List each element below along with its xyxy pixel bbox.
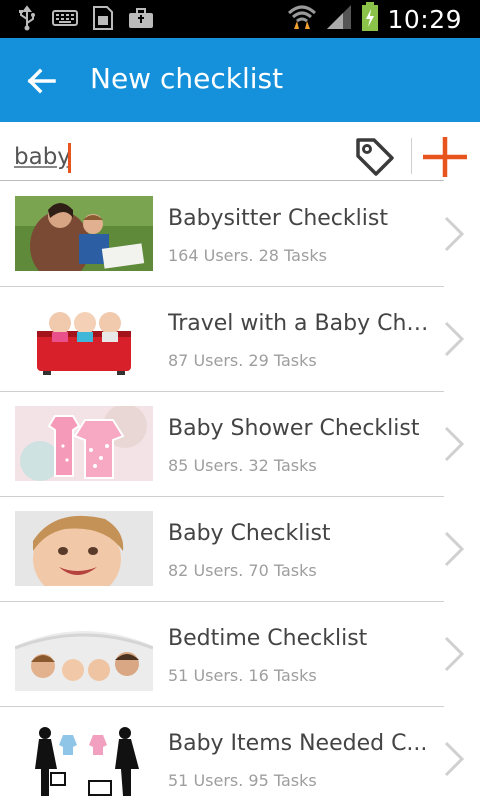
checklist-stats: 87 Users. 29 Tasks [168,351,317,370]
list-item[interactable]: Babysitter Checklist 164 Users. 28 Tasks [0,182,480,287]
clock-time: 10:29 [387,5,462,34]
chevron-right-icon [444,216,465,252]
checklist-title: Baby Checklist [168,521,331,546]
chevron-right-icon [444,531,465,567]
separator [411,138,412,174]
usb-icon [14,5,40,31]
search-bar [0,122,480,182]
text-cursor [68,143,71,173]
list-item[interactable]: Travel with a Baby Che... 87 Users. 29 T… [0,287,480,392]
tag-icon [356,138,394,176]
briefcase-icon [128,5,154,31]
checklist-title: Babysitter Checklist [168,206,388,231]
sim-card-icon [90,5,116,31]
chevron-right-icon [444,741,465,777]
checklist-stats: 51 Users. 95 Tasks [168,771,317,790]
wifi-icon [287,3,317,36]
signal-icon [325,3,353,36]
add-checklist-button[interactable] [420,134,470,180]
search-input[interactable] [14,140,334,174]
thumbnail-image [15,406,153,481]
thumbnail-image [15,616,153,691]
thumbnail-image [15,721,153,796]
checklist-stats: 82 Users. 70 Tasks [168,561,317,580]
chevron-right-icon [444,321,465,357]
checklist-stats: 164 Users. 28 Tasks [168,246,327,265]
plus-icon [423,137,467,177]
thumbnail-image [15,511,153,586]
thumbnail-image [15,301,153,376]
keyboard-icon [52,5,78,31]
thumbnail-image [15,196,153,271]
chevron-right-icon [444,426,465,462]
app-bar: New checklist [0,38,480,122]
checklist-title: Baby Shower Checklist [168,416,420,441]
list-item[interactable]: Bedtime Checklist 51 Users. 16 Tasks [0,602,480,707]
chevron-right-icon [444,636,465,672]
list-item[interactable]: Baby Checklist 82 Users. 70 Tasks [0,497,480,602]
status-bar: 10:29 [0,0,480,38]
back-button[interactable] [24,63,60,99]
checklist-stats: 85 Users. 32 Tasks [168,456,317,475]
page-title: New checklist [90,62,284,95]
tag-filter-button[interactable] [352,134,398,180]
battery-charging-icon [361,2,379,37]
list-item[interactable]: Baby Items Needed C... 51 Users. 95 Task… [0,707,480,800]
list-item[interactable]: Baby Shower Checklist 85 Users. 32 Tasks [0,392,480,497]
checklist-title: Bedtime Checklist [168,626,368,651]
arrow-left-icon [27,68,56,94]
checklist-stats: 51 Users. 16 Tasks [168,666,317,685]
checklist-title: Baby Items Needed C... [168,731,428,756]
divider [0,180,444,181]
checklist-title: Travel with a Baby Che... [168,311,434,336]
checklist-results-list: Babysitter Checklist 164 Users. 28 Tasks… [0,182,480,800]
